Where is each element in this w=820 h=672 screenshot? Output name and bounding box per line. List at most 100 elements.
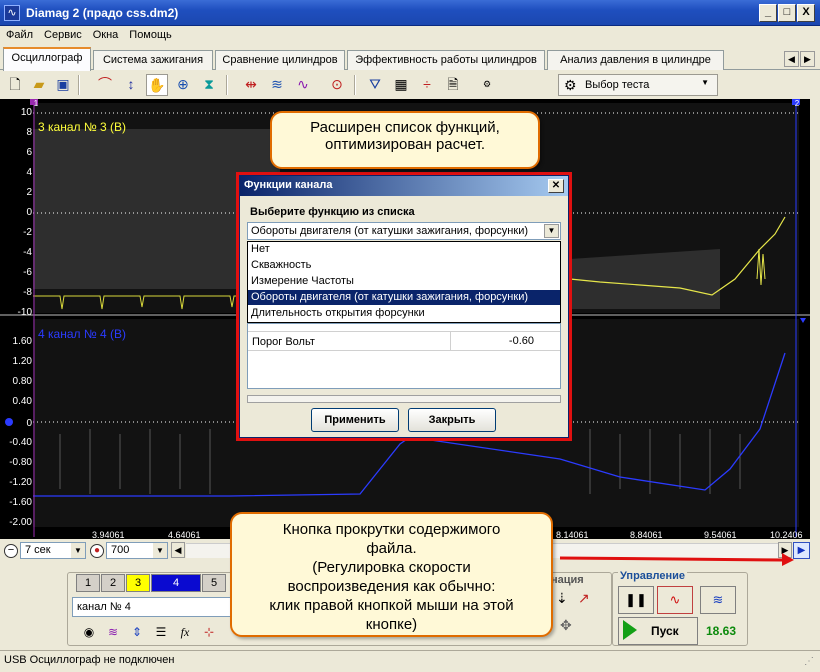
vertical-move-icon[interactable]: ⇕	[126, 622, 148, 642]
channel-button-3[interactable]: 3	[126, 574, 150, 592]
waveform-icon[interactable]: ≋	[102, 622, 124, 642]
function-icon[interactable]: fx	[174, 622, 196, 642]
partial-group-label: нация	[551, 574, 584, 586]
pause-button[interactable]: ❚❚	[618, 586, 654, 614]
apply-button[interactable]: Применить	[311, 408, 399, 432]
callout-scroll-button: Кнопка прокрутки содержимого файла. (Рег…	[230, 512, 553, 637]
y-tick: -0.40	[9, 437, 32, 448]
callout-functions: Расширен список функций, оптимизирован р…	[270, 111, 540, 169]
samples-value: 700	[111, 544, 130, 556]
cursor-icon[interactable]: ↗	[578, 590, 590, 607]
parameter-value-field[interactable]: -0.60	[450, 331, 560, 351]
cursor-tool-icon[interactable]: ⧗	[198, 74, 220, 96]
tab-scroll-right[interactable]: ▶	[800, 51, 815, 67]
function-option[interactable]: Нет	[248, 242, 560, 257]
function-option[interactable]: Скважность	[248, 258, 560, 273]
eye-icon[interactable]: ◉	[78, 622, 100, 642]
callout-text: Кнопка прокрутки содержимого	[282, 521, 501, 538]
y-tick: -10	[17, 307, 32, 318]
test-settings-icon: ⚙	[564, 77, 577, 93]
app-logo-icon: ∿	[4, 5, 20, 21]
menu-help[interactable]: Помощь	[123, 26, 177, 41]
minimize-button[interactable]: _	[759, 4, 777, 22]
tab-scroll-left[interactable]: ◀	[784, 51, 799, 67]
function-select-value: Обороты двигателя (от катушки зажигания,…	[251, 225, 529, 237]
line-style-icon[interactable]: ☰	[150, 622, 172, 642]
channel-button-1[interactable]: 1	[76, 574, 100, 592]
channel-button-5[interactable]: 5	[202, 574, 226, 592]
test-select-dropdown[interactable]: ⚙ Выбор теста ▼	[558, 74, 718, 96]
tab-oscilloscope[interactable]: Осциллограф	[3, 47, 91, 71]
y-tick: -4	[23, 247, 32, 258]
y-tick: -6	[23, 267, 32, 278]
tab-cylinder-compare[interactable]: Сравнение цилиндров	[215, 50, 345, 70]
y-tick: 0.40	[12, 396, 32, 407]
marker-right-label: 2	[794, 99, 800, 108]
multi-wave-button[interactable]: ≋	[700, 586, 736, 614]
tab-ignition[interactable]: Система зажигания	[93, 50, 213, 70]
maximize-button[interactable]: □	[778, 4, 796, 22]
dialog-close-button[interactable]: Закрыть	[408, 408, 496, 432]
single-wave-button[interactable]: ∿	[657, 586, 693, 614]
y-tick: 8	[26, 127, 32, 138]
auto-trigger-icon[interactable]: ⊙	[326, 74, 348, 96]
channel4-y-axis: 1.60 1.20 0.80 0.40 0 -0.40 -0.80 -1.20 …	[0, 336, 32, 536]
x-tick: 3.94061	[92, 530, 125, 540]
dialog-close-icon[interactable]: ✕	[548, 179, 564, 193]
zoom-out-icon[interactable]: −	[4, 544, 18, 558]
waves-icon[interactable]: ≋	[266, 74, 288, 96]
function-option-selected[interactable]: Обороты двигателя (от катушки зажигания,…	[248, 290, 560, 305]
hand-tool-icon[interactable]: ✋	[146, 74, 168, 96]
move-icon[interactable]: ✥	[560, 617, 572, 634]
window-title: Diamag 2 (прадо css.dm2)	[26, 6, 179, 20]
samples-select[interactable]: 700 ▼	[106, 542, 168, 559]
menu-windows[interactable]: Окна	[87, 26, 124, 41]
function-select[interactable]: Обороты двигателя (от катушки зажигания,…	[247, 222, 561, 240]
menu-service[interactable]: Сервис	[38, 26, 87, 41]
curve-tool-icon[interactable]: ⌒	[94, 74, 116, 96]
function-option[interactable]: Измерение Частоты	[248, 274, 560, 289]
toolbar-separator	[226, 75, 228, 95]
marker-left-label: 1	[33, 99, 39, 108]
status-text: USB Осциллограф не подключен	[4, 654, 175, 666]
channel-button-4[interactable]: 4	[151, 574, 201, 592]
save-icon[interactable]: ▣	[52, 74, 74, 96]
measure-tool-icon[interactable]: ↕	[120, 74, 142, 96]
dialog-scrollbar[interactable]	[247, 395, 561, 403]
function-option[interactable]: Длительность открытия форсунки	[248, 306, 560, 321]
tab-pressure-analysis[interactable]: Анализ давления в цилиндре	[547, 50, 724, 70]
new-file-icon[interactable]: 🗋	[4, 74, 26, 96]
close-button[interactable]: X	[797, 4, 815, 22]
grid-icon[interactable]: ▦	[390, 74, 412, 96]
y-tick: 2	[26, 187, 32, 198]
menu-file[interactable]: Файл	[0, 26, 38, 41]
y-tick: 0	[26, 418, 32, 429]
parameter-name: Порог Вольт	[252, 336, 315, 348]
split-icon[interactable]: ÷	[416, 74, 438, 96]
chevron-down-icon: ▼	[544, 224, 559, 238]
record-icon[interactable]: ●	[90, 544, 104, 558]
y-tick: 1.20	[12, 356, 32, 367]
resize-grip-icon[interactable]: ⋰	[804, 656, 814, 667]
x-tick: 8.84061	[630, 530, 663, 540]
scroll-left-button[interactable]: ◀	[171, 542, 185, 558]
open-folder-icon[interactable]: ▰	[28, 74, 50, 96]
oscillation-icon[interactable]: ∿	[292, 74, 314, 96]
time-readout: 18.63	[706, 624, 737, 638]
channel-button-2[interactable]: 2	[101, 574, 125, 592]
tab-cylinder-efficiency[interactable]: Эффективность работы цилиндров	[347, 50, 545, 70]
download-icon[interactable]: ⇣	[556, 590, 568, 607]
auto-icon[interactable]: ⚙	[476, 74, 498, 96]
zoom-icon[interactable]: ⊕	[172, 74, 194, 96]
signal-icon[interactable]: ⇹	[240, 74, 262, 96]
filter-icon[interactable]: ⛛	[364, 74, 386, 96]
y-tick: 10	[20, 107, 32, 118]
channel-name-field[interactable]: канал № 4	[72, 597, 232, 617]
callout-text: воспроизведения как обычно:	[287, 578, 496, 595]
channel4-top-marker	[800, 318, 806, 323]
time-window-select[interactable]: 7 сек ▼	[20, 542, 86, 559]
callout-text: кнопке)	[365, 616, 418, 633]
document-icon[interactable]: 🗎	[442, 74, 464, 96]
time-window-value: 7 сек	[25, 544, 51, 556]
marker-icon[interactable]: ⊹	[198, 622, 220, 642]
